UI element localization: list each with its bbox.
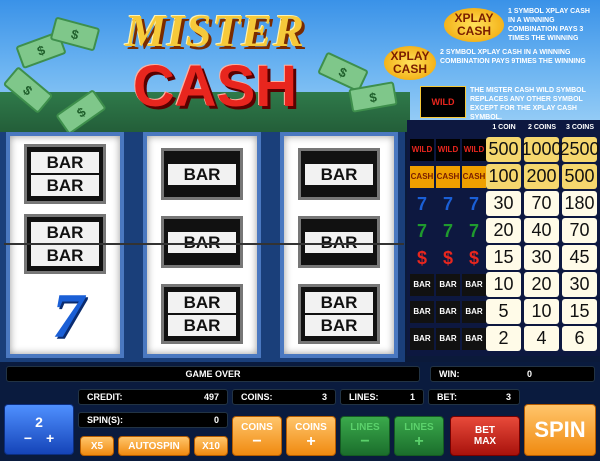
paytable-value: 4: [524, 326, 559, 351]
logo-line-2: CASH: [132, 54, 298, 119]
autospin-button[interactable]: AUTOSPIN: [118, 436, 190, 456]
coins-plus-button[interactable]: COINS +: [286, 416, 336, 456]
single-bar-symbol: BAR: [298, 148, 380, 200]
paytable-value: 2: [486, 326, 521, 351]
paytable-value: 70: [524, 191, 559, 216]
lines-plus-button[interactable]: LINES +: [394, 416, 444, 456]
status-bar: GAME OVER: [6, 366, 420, 382]
paytable-row: BAR BAR BAR 2 4 6: [407, 325, 600, 352]
reel-2: BAR BAR BAR BAR: [143, 132, 261, 358]
paytable-header-1: 1 COIN: [492, 123, 516, 131]
paytable-value: 10: [486, 272, 521, 297]
blue-seven-symbol: 7: [52, 280, 84, 351]
paytable-value: 70: [562, 218, 597, 243]
coins-display: COINS: 3: [232, 389, 336, 405]
x5-button[interactable]: X5: [80, 436, 114, 456]
double-bar-icon: BAR BAR BAR: [409, 300, 487, 324]
xplay-cash-icon: CASH CASH CASH: [409, 165, 487, 189]
credit-display: CREDIT: 497: [78, 389, 228, 405]
xplay-cash-icon: XPLAY CASH: [384, 46, 436, 80]
paytable-value: 180: [562, 191, 597, 216]
bet-label: BET:: [437, 392, 457, 402]
spin-button[interactable]: SPIN: [524, 404, 596, 456]
paytable-value: 100: [486, 164, 521, 189]
game-logo: MISTER CASH: [95, 5, 335, 125]
double-bar-symbol: BAR BAR: [24, 144, 106, 204]
paytable-value: 20: [524, 272, 559, 297]
paytable-value: 500: [486, 137, 521, 162]
paytable-header-3: 3 COINS: [565, 123, 594, 131]
paytable-value: 30: [486, 191, 521, 216]
reel-1: BAR BAR BAR BAR 7: [6, 132, 124, 358]
spin-count-value: 2: [35, 413, 43, 430]
paytable-row: BAR BAR BAR 5 10 15: [407, 298, 600, 325]
rule-3-text: THE MISTER CASH WILD SYMBOL REPLACES ANY…: [470, 87, 586, 121]
paytable-row: $ $ $ 15 30 45: [407, 244, 600, 271]
win-value: 0: [526, 369, 532, 379]
paytable-value: 10: [524, 299, 559, 324]
lines-display: LINES: 1: [340, 389, 424, 405]
spins-value: 0: [213, 415, 219, 425]
lines-label: LINES:: [349, 392, 379, 402]
bet-value: 3: [505, 392, 511, 402]
paytable-row: 7 7 7 20 40 70: [407, 217, 600, 244]
red-dollar-icon: $ $ $: [416, 248, 479, 268]
credit-value: 497: [203, 392, 219, 402]
reels-area: BAR BAR BAR BAR 7 BAR BAR BAR BAR BAR BAR B…: [0, 132, 405, 362]
paytable-row: WILD WILD WILD 500 1000 2500: [407, 136, 600, 163]
single-bar-symbol: BAR: [161, 148, 243, 200]
paytable: 1 COIN 2 COINS 3 COINS WILD WILD WILD 500 10…: [407, 120, 600, 356]
x10-button[interactable]: X10: [194, 436, 228, 456]
spins-label: SPIN(S):: [87, 415, 123, 425]
autospin-count-selector: 2 − +: [4, 404, 74, 455]
paytable-value: 20: [486, 218, 521, 243]
rule-1-text: 1 SYMBOL XPLAY CASH IN A WINNING COMBINA…: [508, 8, 590, 42]
paytable-value: 200: [524, 164, 559, 189]
xplay-cash-icon: XPLAY CASH: [444, 8, 504, 42]
bet-display: BET: 3: [428, 389, 520, 405]
win-label: WIN:: [439, 369, 460, 379]
coins-minus-button[interactable]: COINS −: [232, 416, 282, 456]
mister-cash-wild-icon: WILD WILD WILD: [409, 138, 487, 162]
paytable-value: 1000: [521, 137, 562, 162]
paytable-value: 15: [562, 299, 597, 324]
blue-seven-icon: 777: [416, 194, 479, 214]
paytable-row: CASH CASH CASH 100 200 500: [407, 163, 600, 190]
bet-max-button[interactable]: BET MAX: [450, 416, 520, 456]
paytable-header-2: 2 COINS: [527, 123, 556, 131]
rule-2-text: 2 SYMBOL XPLAY CASH IN A WINNING COMBINA…: [440, 49, 586, 65]
paytable-row: 7 7 7 30 70 180: [407, 190, 600, 217]
paytable-row: BAR BAR BAR 10 20 30: [407, 271, 600, 298]
green-seven-icon: 777: [416, 221, 479, 241]
paytable-value: 30: [562, 272, 597, 297]
lines-value: 1: [409, 392, 415, 402]
paytable-value: 15: [486, 245, 521, 270]
reel-3: BAR BAR BAR BAR: [280, 132, 398, 358]
status-message: GAME OVER: [185, 369, 241, 379]
win-display: WIN: 0: [430, 366, 595, 382]
coins-value: 3: [321, 392, 327, 402]
triple-bar-icon: BAR BAR BAR: [409, 273, 487, 297]
paytable-value: 40: [524, 218, 559, 243]
spin-count-plus-button[interactable]: +: [46, 430, 54, 446]
paytable-value: 6: [562, 326, 597, 351]
payline: [4, 243, 404, 245]
paytable-value: 30: [524, 245, 559, 270]
coins-label: COINS:: [241, 392, 273, 402]
logo-line-1: MISTER: [125, 5, 305, 56]
spins-display: SPIN(S): 0: [78, 412, 228, 428]
single-bar-symbol: BAR: [161, 216, 243, 268]
double-bar-symbol: BAR BAR: [161, 284, 243, 344]
paytable-value: 500: [562, 164, 597, 189]
single-bar-symbol: BAR: [298, 216, 380, 268]
spin-count-minus-button[interactable]: −: [24, 430, 32, 446]
single-bar-icon: BAR BAR BAR: [409, 327, 487, 351]
mister-cash-wild-icon: WILD: [420, 86, 466, 118]
credit-label: CREDIT:: [87, 392, 123, 402]
paytable-value: 2500: [559, 137, 600, 162]
paytable-value: 45: [562, 245, 597, 270]
paytable-value: 5: [486, 299, 521, 324]
lines-minus-button[interactable]: LINES −: [340, 416, 390, 456]
double-bar-symbol: BAR BAR: [298, 284, 380, 344]
